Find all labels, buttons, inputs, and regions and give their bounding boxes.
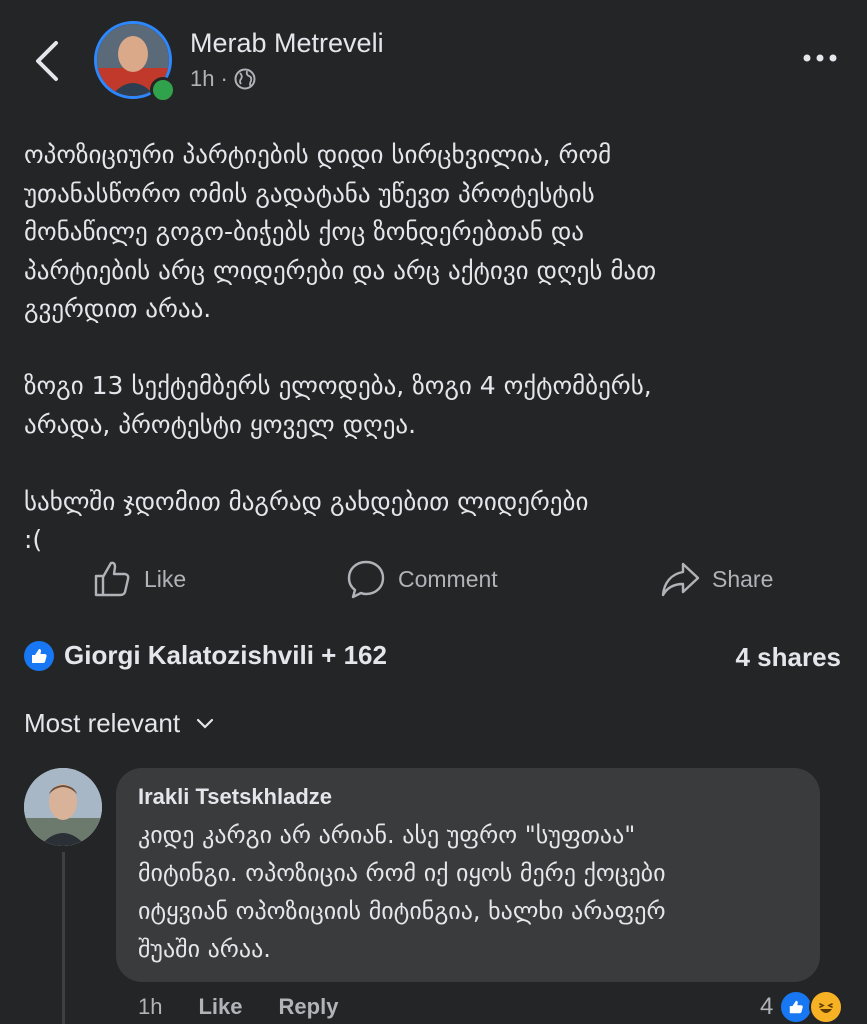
comments-sort-dropdown[interactable]: Most relevant <box>24 708 214 739</box>
chevron-left-icon <box>36 41 58 81</box>
comment-label: Comment <box>398 565 498 592</box>
share-arrow-icon <box>661 562 700 597</box>
post-time[interactable]: 1h <box>190 66 214 92</box>
shares-count[interactable]: 4 shares <box>735 642 841 673</box>
author-name[interactable]: Merab Metreveli <box>190 28 384 59</box>
like-label: Like <box>144 565 187 592</box>
reactions-summary[interactable]: Giorgi Kalatozishvili + 162 <box>24 640 387 671</box>
comment-button[interactable]: Comment <box>346 558 498 600</box>
like-button[interactable]: Like <box>92 558 186 600</box>
post-meta: 1h · <box>190 66 256 92</box>
globe-icon <box>234 68 256 90</box>
more-dots-icon <box>803 54 837 62</box>
reactions-summary-text: Giorgi Kalatozishvili + 162 <box>64 640 387 670</box>
commenter-avatar[interactable] <box>24 768 102 846</box>
meta-separator: · <box>220 66 228 91</box>
comment-reaction-count: 4 <box>760 993 774 1020</box>
haha-reaction-icon <box>809 990 844 1024</box>
thumbs-up-icon <box>94 561 130 597</box>
like-reaction-icon <box>779 990 814 1024</box>
share-label: Share <box>712 565 774 592</box>
post-text: ოპოზიციური პარტიების დიდი სირცხვილია, რო… <box>24 140 657 554</box>
comment-bubble-icon <box>347 560 385 599</box>
comment-time: 1h <box>138 994 163 1019</box>
commenter-name[interactable]: Irakli Tsetskhladze <box>138 784 798 810</box>
more-options-button[interactable] <box>800 46 840 70</box>
person-photo-icon <box>24 768 102 846</box>
chevron-down-icon <box>196 718 214 729</box>
share-button[interactable]: Share <box>660 558 773 600</box>
comment-reply-button[interactable]: Reply <box>279 994 339 1020</box>
sort-label: Most relevant <box>24 708 181 738</box>
back-button[interactable] <box>28 38 68 84</box>
comment-bubble[interactable]: Irakli Tsetskhladze კიდე კარგი არ არიან.… <box>116 768 820 982</box>
like-reaction-icon <box>24 640 54 671</box>
thread-line <box>62 852 65 1024</box>
comment-text: კიდე კარგი არ არიან. ასე უფრო "სუფთაა" მ… <box>138 821 666 963</box>
comment-like-button[interactable]: Like <box>198 994 242 1020</box>
comment-reactions[interactable]: 4 <box>760 990 844 1024</box>
comment-footer: 1h Like Reply <box>138 994 338 1020</box>
online-status-indicator <box>150 77 176 103</box>
